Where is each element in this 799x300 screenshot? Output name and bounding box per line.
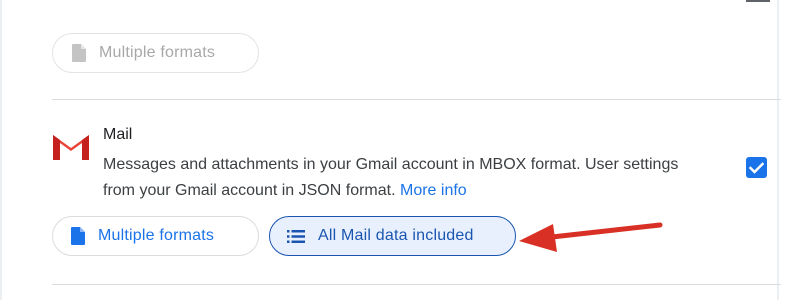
- menu-icon-fragment: [746, 0, 770, 2]
- mail-data-chip-label: All Mail data included: [318, 227, 474, 244]
- section-divider-bottom: [52, 284, 781, 285]
- previous-formats-chip-label: Multiple formats: [99, 44, 216, 61]
- previous-formats-chip: Multiple formats: [52, 33, 259, 73]
- checkmark-icon: [749, 161, 764, 174]
- gmail-logo: [51, 132, 91, 167]
- service-description-text: Messages and attachments in your Gmail a…: [103, 156, 679, 199]
- document-icon: [72, 44, 86, 62]
- more-info-link[interactable]: More info: [400, 182, 467, 199]
- list-icon: [287, 229, 305, 243]
- service-description: Messages and attachments in your Gmail a…: [103, 152, 713, 204]
- section-divider: [52, 99, 781, 100]
- include-mail-checkbox[interactable]: [746, 157, 767, 178]
- scrollbar-track[interactable]: [777, 0, 779, 300]
- annotation-arrow: [515, 215, 665, 270]
- document-icon: [71, 227, 85, 245]
- mail-formats-chip[interactable]: Multiple formats: [52, 216, 259, 256]
- service-name: Mail: [103, 126, 133, 143]
- mail-data-chip[interactable]: All Mail data included: [269, 216, 516, 256]
- left-border: [0, 0, 2, 300]
- export-service-list: Multiple formats Mail Messages and attac…: [0, 0, 799, 300]
- mail-formats-chip-label: Multiple formats: [98, 227, 215, 244]
